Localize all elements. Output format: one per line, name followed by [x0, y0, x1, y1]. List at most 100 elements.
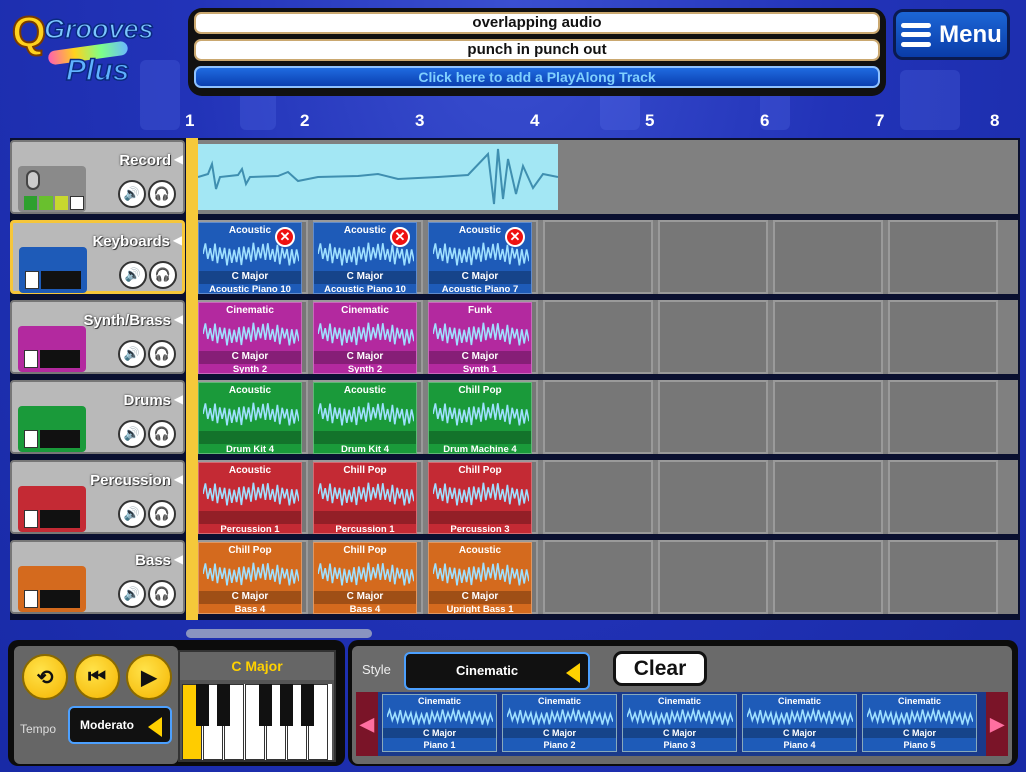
loop-clip[interactable]: Chill Pop C Major Bass 4	[313, 542, 417, 614]
headphones-icon[interactable]: 🎧	[148, 500, 176, 528]
empty-cell[interactable]	[543, 300, 653, 374]
track-header-bass[interactable]: Bass ◀ 🔊 🎧	[10, 540, 185, 614]
key-value[interactable]: C Major	[180, 652, 334, 680]
empty-cell[interactable]	[888, 540, 998, 614]
track-arrow-icon[interactable]: ◀	[174, 552, 183, 566]
loop-clip[interactable]: Funk C Major Synth 1	[428, 302, 532, 374]
track-header-drums[interactable]: Drums ◀ 🔊 🎧	[10, 380, 185, 454]
delete-clip-icon[interactable]: ✕	[390, 227, 410, 247]
scroll-right-arrow-icon[interactable]: ▶	[986, 692, 1008, 756]
piano-black-key[interactable]	[280, 684, 293, 726]
empty-cell[interactable]	[658, 300, 768, 374]
piano-black-key[interactable]	[196, 684, 209, 726]
empty-cell[interactable]	[658, 540, 768, 614]
delete-clip-icon[interactable]: ✕	[505, 227, 525, 247]
empty-cell[interactable]	[658, 380, 768, 454]
loop-clip[interactable]: Acoustic Percussion 1	[198, 462, 302, 534]
empty-cell[interactable]	[773, 380, 883, 454]
track-header-synth[interactable]: Synth/Brass ◀ 🔊 🎧	[10, 300, 185, 374]
clip-style: Chill Pop	[458, 465, 502, 476]
waveform	[432, 479, 530, 509]
delete-clip-icon[interactable]: ✕	[275, 227, 295, 247]
loop-button[interactable]: ⟲	[22, 654, 68, 700]
playhead[interactable]	[186, 138, 198, 620]
loop-clip[interactable]: Cinematic C Major Synth 2	[313, 302, 417, 374]
clip-key	[314, 511, 416, 524]
empty-cell[interactable]	[773, 460, 883, 534]
headphones-icon[interactable]: 🎧	[148, 420, 176, 448]
clip-instrument: Acoustic Piano 10	[324, 284, 406, 294]
add-playalong-button[interactable]: Click here to add a PlayAlong Track	[194, 66, 880, 88]
recorded-audio-clip[interactable]	[197, 144, 559, 210]
picker-loop-clip[interactable]: Cinematic C Major Piano 5	[862, 694, 977, 752]
empty-cell[interactable]	[543, 220, 653, 294]
empty-cell[interactable]	[543, 460, 653, 534]
track-header-record[interactable]: Record ◀ 🔊 🎧	[10, 140, 185, 214]
empty-cell[interactable]	[888, 380, 998, 454]
clip-key: C Major	[199, 271, 301, 284]
song-subtitle-line[interactable]: punch in punch out	[194, 39, 880, 61]
menu-button[interactable]: Menu	[893, 9, 1010, 60]
style-select[interactable]: Cinematic	[404, 652, 590, 690]
song-title-line[interactable]: overlapping audio	[194, 12, 880, 34]
headphones-icon[interactable]: 🎧	[149, 261, 177, 289]
piano-black-key[interactable]	[301, 684, 314, 726]
empty-cell[interactable]	[543, 380, 653, 454]
loop-clip[interactable]: Chill Pop Percussion 3	[428, 462, 532, 534]
loop-clip[interactable]: Acoustic Drum Kit 4	[313, 382, 417, 454]
headphones-icon[interactable]: 🎧	[148, 180, 176, 208]
empty-cell[interactable]	[888, 460, 998, 534]
loop-clip[interactable]: Acoustic C Major Acoustic Piano 10 ✕	[198, 222, 302, 294]
empty-cell[interactable]	[888, 220, 998, 294]
picker-loop-clip[interactable]: Cinematic C Major Piano 1	[382, 694, 497, 752]
loop-clip[interactable]: Chill Pop Percussion 1	[313, 462, 417, 534]
speaker-icon[interactable]: 🔊	[118, 500, 146, 528]
speaker-icon[interactable]: 🔊	[118, 180, 146, 208]
headphones-icon[interactable]: 🎧	[148, 340, 176, 368]
loop-clip[interactable]: Acoustic C Major Acoustic Piano 7 ✕	[428, 222, 532, 294]
piano-keyboard[interactable]	[182, 684, 332, 760]
loop-clip[interactable]: Chill Pop C Major Bass 4	[198, 542, 302, 614]
track-arrow-icon[interactable]: ◀	[173, 233, 182, 247]
speaker-icon[interactable]: 🔊	[118, 420, 146, 448]
loop-clip[interactable]: Acoustic Drum Kit 4	[198, 382, 302, 454]
loop-clip[interactable]: Acoustic C Major Acoustic Piano 10 ✕	[313, 222, 417, 294]
speaker-icon[interactable]: 🔊	[118, 580, 146, 608]
scroll-left-arrow-icon[interactable]: ◀	[356, 692, 378, 756]
empty-cell[interactable]	[658, 220, 768, 294]
clip-style: Chill Pop	[343, 545, 387, 556]
track-header-percussion[interactable]: Percussion ◀ 🔊 🎧	[10, 460, 185, 534]
picker-loop-clip[interactable]: Cinematic C Major Piano 2	[502, 694, 617, 752]
loop-clip[interactable]: Chill Pop Drum Machine 4	[428, 382, 532, 454]
empty-cell[interactable]	[773, 540, 883, 614]
track-header-keyboards[interactable]: Keyboards ◀ 🔊 🎧	[10, 220, 185, 294]
loop-clip[interactable]: Acoustic C Major Upright Bass 1	[428, 542, 532, 614]
picker-loop-clip[interactable]: Cinematic C Major Piano 3	[622, 694, 737, 752]
empty-cell[interactable]	[888, 300, 998, 374]
empty-cell[interactable]	[773, 300, 883, 374]
track-arrow-icon[interactable]: ◀	[174, 472, 183, 486]
clip-key: C Major	[623, 728, 736, 738]
empty-cell[interactable]	[658, 460, 768, 534]
clip-key: C Major	[314, 351, 416, 364]
picker-loop-clip[interactable]: Cinematic C Major Piano 4	[742, 694, 857, 752]
empty-cell[interactable]	[773, 220, 883, 294]
tempo-select[interactable]: Moderato	[68, 706, 172, 744]
loop-clip[interactable]: Cinematic C Major Synth 2	[198, 302, 302, 374]
track-arrow-icon[interactable]: ◀	[174, 392, 183, 406]
bass-guitar-icon	[18, 566, 86, 612]
clip-style: Acoustic	[343, 385, 387, 396]
headphones-icon[interactable]: 🎧	[148, 580, 176, 608]
piano-black-key[interactable]	[259, 684, 272, 726]
speaker-icon[interactable]: 🔊	[119, 261, 147, 289]
play-button[interactable]: ▶	[126, 654, 172, 700]
track-arrow-icon[interactable]: ◀	[174, 152, 183, 166]
track-arrow-icon[interactable]: ◀	[174, 312, 183, 326]
speaker-icon[interactable]: 🔊	[118, 340, 146, 368]
empty-cell[interactable]	[543, 540, 653, 614]
logo-sub: Plus	[65, 53, 130, 88]
piano-black-key[interactable]	[217, 684, 230, 726]
rewind-button[interactable]: ⏮	[74, 654, 120, 700]
horizontal-scrollbar[interactable]	[186, 629, 372, 638]
clear-button[interactable]: Clear	[613, 651, 707, 686]
